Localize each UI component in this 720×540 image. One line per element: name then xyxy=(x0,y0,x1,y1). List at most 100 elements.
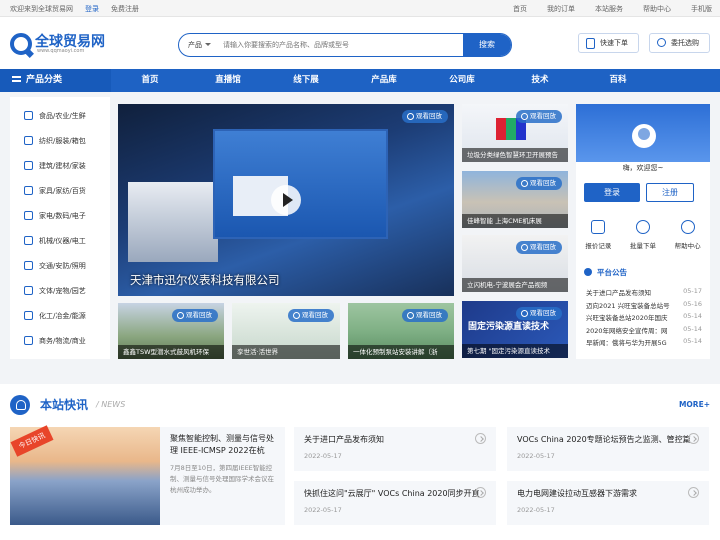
briefcase-icon xyxy=(24,336,33,345)
search-input[interactable] xyxy=(223,39,453,51)
top-link-orders[interactable]: 我的订单 xyxy=(547,4,575,14)
video-thumb[interactable]: 观看回放 立闪机电-宁波展会产品视频 xyxy=(462,235,568,292)
buyer-login-label: 委托选购 xyxy=(671,39,699,47)
category-sidebar: 食品/农业/生鲜 纺织/服装/箱包 建筑/建材/家装 家具/家纺/百货 家电/数… xyxy=(10,97,110,359)
notice-item[interactable]: 关于进口产品发布须知 05-17 xyxy=(586,287,704,300)
buyer-login-button[interactable]: 委托选购 xyxy=(649,33,710,53)
notice-item[interactable]: 迈向2021 兴旺宝装备总站号 05-16 xyxy=(586,299,704,313)
thumb-caption: 垃圾分类绿色智慧环卫开展预告 xyxy=(462,148,568,162)
news-card-date: 2022-05-17 xyxy=(517,452,555,460)
video-thumb[interactable]: 观看回放 固定污染源直读技术 第七期 "固定污染源直读技术 xyxy=(462,301,568,358)
notice-date: 05-14 xyxy=(680,312,702,320)
search-bar: 产品 搜索 xyxy=(178,33,512,57)
top-link-mobile[interactable]: 手机版 xyxy=(691,4,712,14)
sidebar-item-label: 化工/冶金/能源 xyxy=(39,311,86,320)
play-icon[interactable] xyxy=(271,185,301,215)
nav-item-offline-expo[interactable]: 线下展 xyxy=(267,69,345,92)
sidebar-item-electronics[interactable]: 家电/数码/电子 xyxy=(10,203,110,228)
login-button[interactable]: 登录 xyxy=(584,183,640,202)
help-center-link[interactable]: 帮助中心 xyxy=(665,220,710,250)
top-link-services[interactable]: 本站服务 xyxy=(595,4,623,14)
logo-url: www.qqmaoyi.com xyxy=(37,48,85,54)
news-card[interactable]: 电力电网建设拉动互感器下游需求 2022-05-17 xyxy=(507,481,709,525)
notice-item[interactable]: 兴旺宝装备总站2020年国庆 05-14 xyxy=(586,312,704,325)
hero-caption: 天津市迅尔仪表科技有限公司 xyxy=(130,273,280,287)
quick-link-label: 报价记录 xyxy=(585,242,612,250)
sidebar-item-label: 食品/农业/生鲜 xyxy=(39,111,86,120)
sofa-icon xyxy=(24,186,33,195)
sidebar-item-business[interactable]: 商务/物流/商业 xyxy=(10,328,110,353)
video-thumb[interactable]: 观看回放 垃圾分类绿色智慧环卫开展预告 xyxy=(462,104,568,162)
thumb-caption: 孪世活·活世界 xyxy=(232,345,340,359)
top-login-link[interactable]: 登录 xyxy=(85,4,99,14)
search-button[interactable]: 搜索 xyxy=(463,34,511,56)
quick-order-button[interactable]: 快速下单 xyxy=(578,33,639,53)
nav-item-companies[interactable]: 公司库 xyxy=(423,69,501,92)
top-link-home[interactable]: 首页 xyxy=(513,4,527,14)
notice-item[interactable]: 早新闻：俄将与华为开展5G 05-14 xyxy=(586,337,704,350)
building-icon xyxy=(24,161,33,170)
bulk-order-link[interactable]: 批量下单 xyxy=(621,220,666,250)
car-icon xyxy=(24,261,33,270)
sidebar-item-transport[interactable]: 交通/安防/照明 xyxy=(10,253,110,278)
nav-item-wiki[interactable]: 百科 xyxy=(579,69,657,92)
nav-item-products[interactable]: 产品库 xyxy=(345,69,423,92)
notice-text: 早新闻：俄将与华为开展5G xyxy=(586,339,667,347)
search-category-select[interactable]: 产品 xyxy=(188,40,211,50)
news-card[interactable]: 关于进口产品发布须知 2022-05-17 xyxy=(294,427,496,471)
chevron-right-icon xyxy=(688,487,699,498)
register-button[interactable]: 注册 xyxy=(646,183,694,202)
notice-date: 05-14 xyxy=(680,324,702,333)
video-thumb[interactable]: 观看回放 佳峰智能 上海CME机床展 xyxy=(462,171,568,228)
featured-news-summary: 7月8日至10日，第四届IEEE智能控制、测量与信号处理国际学术会议在杭州成功举… xyxy=(170,464,274,494)
thumb-overlay-title: 固定污染源直读技术 xyxy=(468,322,550,332)
notice-date: 05-14 xyxy=(680,337,702,345)
nav-item-live[interactable]: 直播馆 xyxy=(189,69,267,92)
sidebar-item-textile[interactable]: 纺织/服装/箱包 xyxy=(10,128,110,153)
sidebar-item-label: 家电/数码/电子 xyxy=(39,211,86,220)
news-card[interactable]: 快抓住这问"云展厅" VOCs China 2020同步开直 2022-05-1… xyxy=(294,481,496,525)
document-icon xyxy=(591,220,606,234)
video-thumb[interactable]: 观看回放 孪世活·活世界 xyxy=(232,303,340,359)
quick-link-label: 帮助中心 xyxy=(674,242,701,250)
video-thumb[interactable]: 观看回放 鑫鑫TSW型潜水式鼓风机环保 xyxy=(118,303,224,359)
sidebar-item-machinery[interactable]: 机械/仪器/电工 xyxy=(10,228,110,253)
replay-badge: 观看回放 xyxy=(516,241,562,254)
thumb-caption: 一体化预制泵站安装讲解（浙 xyxy=(348,345,454,359)
quote-records-link[interactable]: 报价记录 xyxy=(576,220,621,250)
notice-list: 关于进口产品发布须知 05-17 迈向2021 兴旺宝装备总站号 05-16 兴旺宝… xyxy=(586,287,704,350)
hero-video[interactable]: 观看回放 天津市迅尔仪表科技有限公司 xyxy=(118,104,454,296)
chevron-right-icon xyxy=(475,487,486,498)
news-card[interactable]: VOCs China 2020专题论坛预告之监测、管控篇 2022-05-17 xyxy=(507,427,709,471)
sidebar-item-building[interactable]: 建筑/建材/家装 xyxy=(10,153,110,178)
shirt-icon xyxy=(24,136,33,145)
sidebar-item-label: 建筑/建材/家装 xyxy=(39,161,86,170)
top-link-help[interactable]: 帮助中心 xyxy=(643,4,671,14)
notice-item[interactable]: 2020年网络安全宣传周：网 05-14 xyxy=(586,324,704,338)
sidebar-item-chemical[interactable]: 化工/冶金/能源 xyxy=(10,303,110,328)
news-card-date: 2022-05-17 xyxy=(304,506,342,514)
quick-link-label: 批量下单 xyxy=(630,242,656,250)
sidebar-item-food[interactable]: 食品/农业/生鲜 xyxy=(10,103,110,128)
hero-booth-image xyxy=(128,182,218,262)
greeting: 嗨，欢迎您~ xyxy=(622,164,664,172)
news-more-link[interactable]: MORE+ xyxy=(679,400,710,409)
nav-category-toggle[interactable]: 产品分类 xyxy=(0,69,111,92)
today-news-tag: 今日快讯 xyxy=(10,425,54,457)
ball-icon xyxy=(24,286,33,295)
video-thumb[interactable]: 观看回放 一体化预制泵站安装讲解（浙 xyxy=(348,303,454,359)
sidebar-item-sports[interactable]: 文体/宠物/园艺 xyxy=(10,278,110,303)
sidebar-item-furniture[interactable]: 家具/家纺/百货 xyxy=(10,178,110,203)
top-register-link[interactable]: 免费注册 xyxy=(111,4,139,14)
featured-news[interactable]: 今日快讯 聚焦智能控制、测量与信号处理 IEEE-ICMSP 2022在杭 7月… xyxy=(10,425,285,525)
thumb-caption: 鑫鑫TSW型潜水式鼓风机环保 xyxy=(118,345,224,359)
nav-item-tech[interactable]: 技术 xyxy=(501,69,579,92)
replay-badge[interactable]: 观看回放 xyxy=(402,110,448,123)
notice-text: 兴旺宝装备总站2020年国庆 xyxy=(586,314,668,322)
notice-text: 迈向2021 兴旺宝装备总站号 xyxy=(586,301,670,310)
replay-badge: 观看回放 xyxy=(516,177,562,190)
user-panel: 嗨，欢迎您~ 登录 注册 报价记录 批量下单 帮助中心 平台公告 关于进口产品发… xyxy=(576,104,710,359)
site-logo[interactable]: 全球贸易网 www.qqmaoyi.com xyxy=(10,30,120,58)
nav-item-home[interactable]: 首页 xyxy=(111,69,189,92)
flask-icon xyxy=(24,311,33,320)
